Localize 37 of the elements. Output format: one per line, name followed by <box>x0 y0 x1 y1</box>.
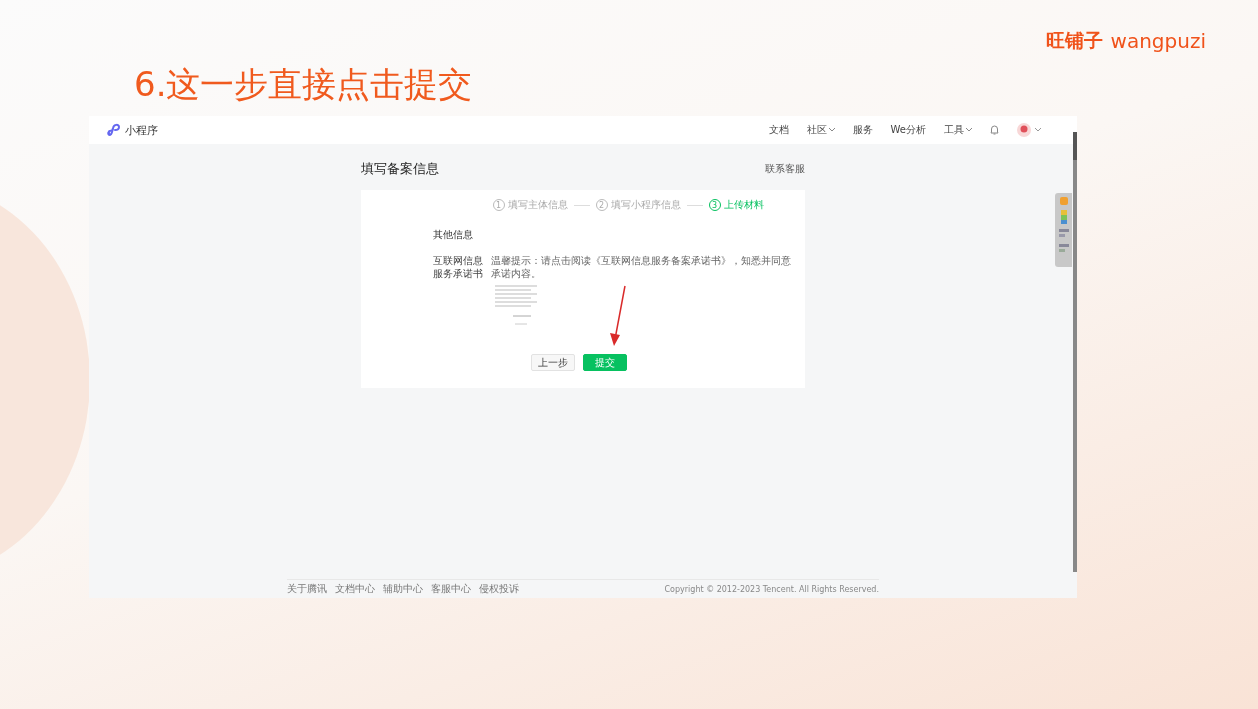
caret-icon[interactable] <box>828 128 835 132</box>
scrollbar[interactable] <box>1073 132 1077 572</box>
brand-logo-text: 旺铺子 <box>1045 28 1103 53</box>
nav-link[interactable]: 社区 <box>806 123 835 137</box>
footer-link[interactable]: 客服中心 <box>431 582 471 596</box>
field-label: 互联网信息服务承诺书 <box>433 254 483 281</box>
badge-icon[interactable] <box>1059 197 1068 205</box>
footer-link[interactable]: 辅助中心 <box>383 582 423 596</box>
scrollbar-thumb[interactable] <box>1073 132 1077 160</box>
step-indicator: 2 填写小程序信息 <box>595 198 681 212</box>
stats-icon[interactable] <box>1058 229 1069 239</box>
caret-icon[interactable] <box>1035 128 1041 132</box>
copyright-text: Copyright © 2012-2023 Tencent. All Rights Reserved. <box>664 584 879 594</box>
arrow-drawing <box>608 285 628 347</box>
footer-link[interactable]: 文档中心 <box>335 582 375 596</box>
footer-link[interactable]: 关于腾讯 <box>287 582 327 596</box>
caret-icon[interactable] <box>966 128 972 132</box>
page-title: 填写备案信息 <box>361 160 439 178</box>
step-indicator: 3 上传材料 <box>708 198 764 212</box>
nav-link[interactable]: We分析 <box>890 123 926 137</box>
product-name: 小程序 <box>125 122 158 138</box>
back-button[interactable]: 上一步 <box>531 354 575 371</box>
nav-link[interactable]: 工具 <box>944 123 972 137</box>
slide-title: 6.这一步直接点击提交 <box>134 63 473 106</box>
contact-link[interactable]: 联系客服 <box>765 162 805 176</box>
brand-logo-text: wangpuzi <box>1110 29 1206 53</box>
link-logo-icon <box>107 123 121 137</box>
hint-text: 温馨提示：请点击阅读《互联网信息服务备案承诺书》，知悉并同意承诺内容。 <box>491 254 791 280</box>
bell-icon[interactable] <box>990 125 999 135</box>
nav-link[interactable]: 服务 <box>852 123 873 137</box>
meter-icon[interactable] <box>1060 210 1067 224</box>
avatar-icon[interactable] <box>1017 123 1031 137</box>
nav-link[interactable]: 文档 <box>768 123 789 137</box>
footer-link[interactable]: 侵权投诉 <box>479 582 519 596</box>
stats-icon[interactable] <box>1058 244 1069 254</box>
section-title: 其他信息 <box>433 228 474 242</box>
step-indicator: 1 填写主体信息 <box>492 198 568 212</box>
